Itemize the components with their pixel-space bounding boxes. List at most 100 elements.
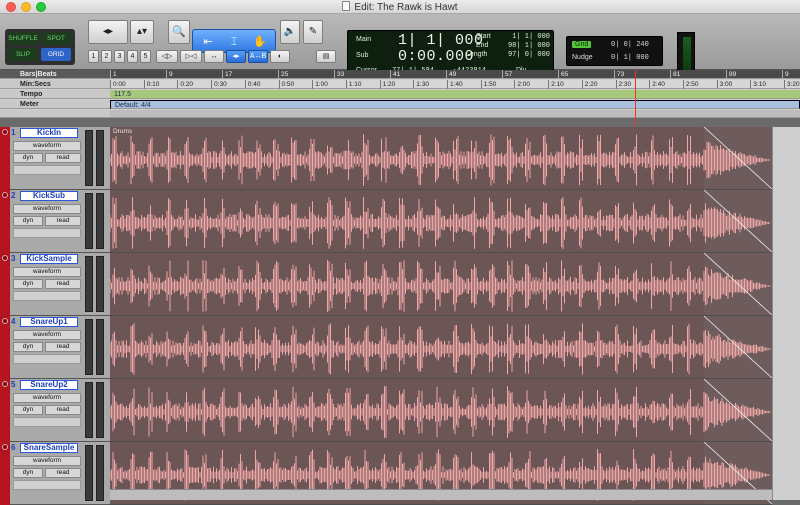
track-lane[interactable] <box>110 316 772 379</box>
length-value[interactable]: 97| 0| 000 <box>504 51 550 59</box>
track-name-field[interactable]: KickSub <box>20 191 78 201</box>
time-tick: 2:10 <box>548 80 564 89</box>
keyboard-focus-button[interactable]: ◐ <box>270 50 290 63</box>
automation-mode-selector[interactable]: read <box>45 468 81 478</box>
track-name-field[interactable]: SnareUp2 <box>20 380 78 390</box>
zoom-preset-3[interactable]: 3 <box>114 50 125 63</box>
track-lane[interactable]: Drums <box>110 127 772 190</box>
track-level-meter-2 <box>96 256 104 312</box>
min-secs-ruler-label[interactable]: Min:Secs <box>0 80 110 89</box>
selector-tool-icon[interactable]: ⌶ <box>223 34 245 50</box>
automation-mode-selector[interactable]: read <box>45 279 81 289</box>
dyn-button[interactable]: dyn <box>13 405 43 415</box>
meter-ruler[interactable]: Default: 4/4 <box>110 100 800 109</box>
track-view-selector[interactable]: waveform <box>13 204 81 214</box>
vertical-scrollbar[interactable] <box>772 127 800 500</box>
automation-mode-selector[interactable]: read <box>45 216 81 226</box>
zoomer-tool-button[interactable]: 🔍 <box>168 20 190 44</box>
pencil-tool-button[interactable]: ✎ <box>303 20 323 44</box>
waveform-path <box>110 386 772 438</box>
min-secs-ruler[interactable]: 0:00 0:10 0:20 0:30 0:40 0:50 1:00 1:10 1:20 1:30… <box>110 80 800 89</box>
record-enable-button[interactable] <box>2 381 8 387</box>
zoom-toggle-button[interactable]: ◂▸ <box>88 20 128 44</box>
track-header[interactable]: 3 KickSample waveform dyn read <box>0 253 110 316</box>
track-view-selector[interactable]: waveform <box>13 330 81 340</box>
grid-value[interactable]: 0| 0| 240 <box>611 41 649 49</box>
dyn-button[interactable]: dyn <box>13 342 43 352</box>
grid-mode-button[interactable]: GRID <box>41 48 71 61</box>
track-header[interactable]: 6 SnareSample waveform dyn read <box>0 442 110 505</box>
start-label: Start <box>476 33 491 40</box>
tempo-ruler[interactable]: 117.5 <box>110 90 800 99</box>
track-name-field[interactable]: KickSample <box>20 254 78 264</box>
track-name-field[interactable]: SnareSample <box>20 443 78 453</box>
time-tick: 0:20 <box>177 80 193 89</box>
shuffle-mode-button[interactable]: SHUFFLE <box>8 32 38 45</box>
waveform-path <box>110 134 772 186</box>
end-value[interactable]: 98| 1| 000 <box>504 42 550 50</box>
zoom-preset-4[interactable]: 4 <box>127 50 138 63</box>
record-enable-button[interactable] <box>2 192 8 198</box>
track-name-field[interactable]: KickIn <box>20 128 78 138</box>
bars-beats-ruler[interactable]: 1 9 17 25 33 41 49 57 65 73 81 89 9 <box>110 70 800 79</box>
record-enable-button[interactable] <box>2 255 8 261</box>
main-counter-value[interactable]: 1| 1| 000 <box>398 32 484 49</box>
zoom-preset-1[interactable]: 1 <box>88 50 99 63</box>
track-lane[interactable] <box>110 190 772 253</box>
track-view-selector[interactable]: waveform <box>13 393 81 403</box>
record-enable-button[interactable] <box>2 444 8 450</box>
tempo-value[interactable]: 117.5 <box>114 90 131 99</box>
track-number: 4 <box>11 317 16 326</box>
meter-ruler-label[interactable]: Meter <box>0 100 110 109</box>
playhead-cursor[interactable] <box>635 70 636 126</box>
automation-mode-selector[interactable]: read <box>45 342 81 352</box>
record-enable-button[interactable] <box>2 318 8 324</box>
commands-keyboard-button[interactable]: ▤ <box>316 50 336 63</box>
horizontal-scrollbar[interactable] <box>110 489 772 500</box>
bars-beats-ruler-label[interactable]: Bars|Beats <box>0 70 110 79</box>
bars-tick: 17 <box>222 70 232 79</box>
track-level-meter <box>85 193 93 249</box>
bars-tick: 65 <box>558 70 568 79</box>
sub-counter-value[interactable]: 0:00.000 <box>398 48 474 65</box>
grabber-tool-icon[interactable]: ✋ <box>249 34 271 50</box>
time-tick: 0:40 <box>244 80 260 89</box>
trim-tool-icon[interactable]: ⇤ <box>197 34 219 50</box>
track-name-field[interactable]: SnareUp1 <box>20 317 78 327</box>
dyn-button[interactable]: dyn <box>13 216 43 226</box>
zoom-preset-2[interactable]: 2 <box>101 50 112 63</box>
time-tick: 2:30 <box>615 80 631 89</box>
track-header[interactable]: 1 KickIn waveform dyn read <box>0 127 110 190</box>
track-view-selector[interactable]: waveform <box>13 456 81 466</box>
grid-label[interactable]: Grid <box>572 41 592 48</box>
zoom-preset-button[interactable]: ▴▾ <box>130 20 154 44</box>
record-enable-button[interactable] <box>2 129 8 135</box>
time-tick: 2:00 <box>514 80 530 89</box>
dyn-button[interactable]: dyn <box>13 153 43 163</box>
insertion-follows-playback-button[interactable]: ◂▸ <box>226 50 246 63</box>
dyn-button[interactable]: dyn <box>13 279 43 289</box>
slip-mode-button[interactable]: SLIP <box>8 48 38 61</box>
track-header[interactable]: 2 KickSub waveform dyn read <box>0 190 110 253</box>
track-header[interactable]: 5 SnareUp2 waveform dyn read <box>0 379 110 442</box>
track-view-selector[interactable]: waveform <box>13 141 81 151</box>
nudge-label[interactable]: Nudge <box>572 54 593 61</box>
scrubber-tool-button[interactable]: 🔈 <box>280 20 300 44</box>
tab-to-transients-button[interactable]: ◁▷ <box>156 50 178 63</box>
automation-mode-selector[interactable]: read <box>45 405 81 415</box>
zoom-preset-5[interactable]: 5 <box>140 50 151 63</box>
track-lane[interactable] <box>110 253 772 316</box>
dyn-button[interactable]: dyn <box>13 468 43 478</box>
spot-mode-button[interactable]: SPOT <box>41 32 71 45</box>
track-lane[interactable] <box>110 379 772 442</box>
meter-value[interactable]: Default: 4/4 <box>115 101 151 110</box>
tempo-ruler-label[interactable]: Tempo <box>0 90 110 99</box>
nudge-value[interactable]: 0| 1| 000 <box>611 54 649 62</box>
start-value[interactable]: 1| 1| 000 <box>504 33 550 41</box>
track-header[interactable]: 4 SnareUp1 waveform dyn read <box>0 316 110 379</box>
mirror-midi-button[interactable]: A↔B <box>248 50 268 63</box>
link-track-button[interactable]: ↔ <box>204 50 224 63</box>
automation-mode-selector[interactable]: read <box>45 153 81 163</box>
track-view-selector[interactable]: waveform <box>13 267 81 277</box>
link-timeline-button[interactable]: ▷◁ <box>180 50 202 63</box>
